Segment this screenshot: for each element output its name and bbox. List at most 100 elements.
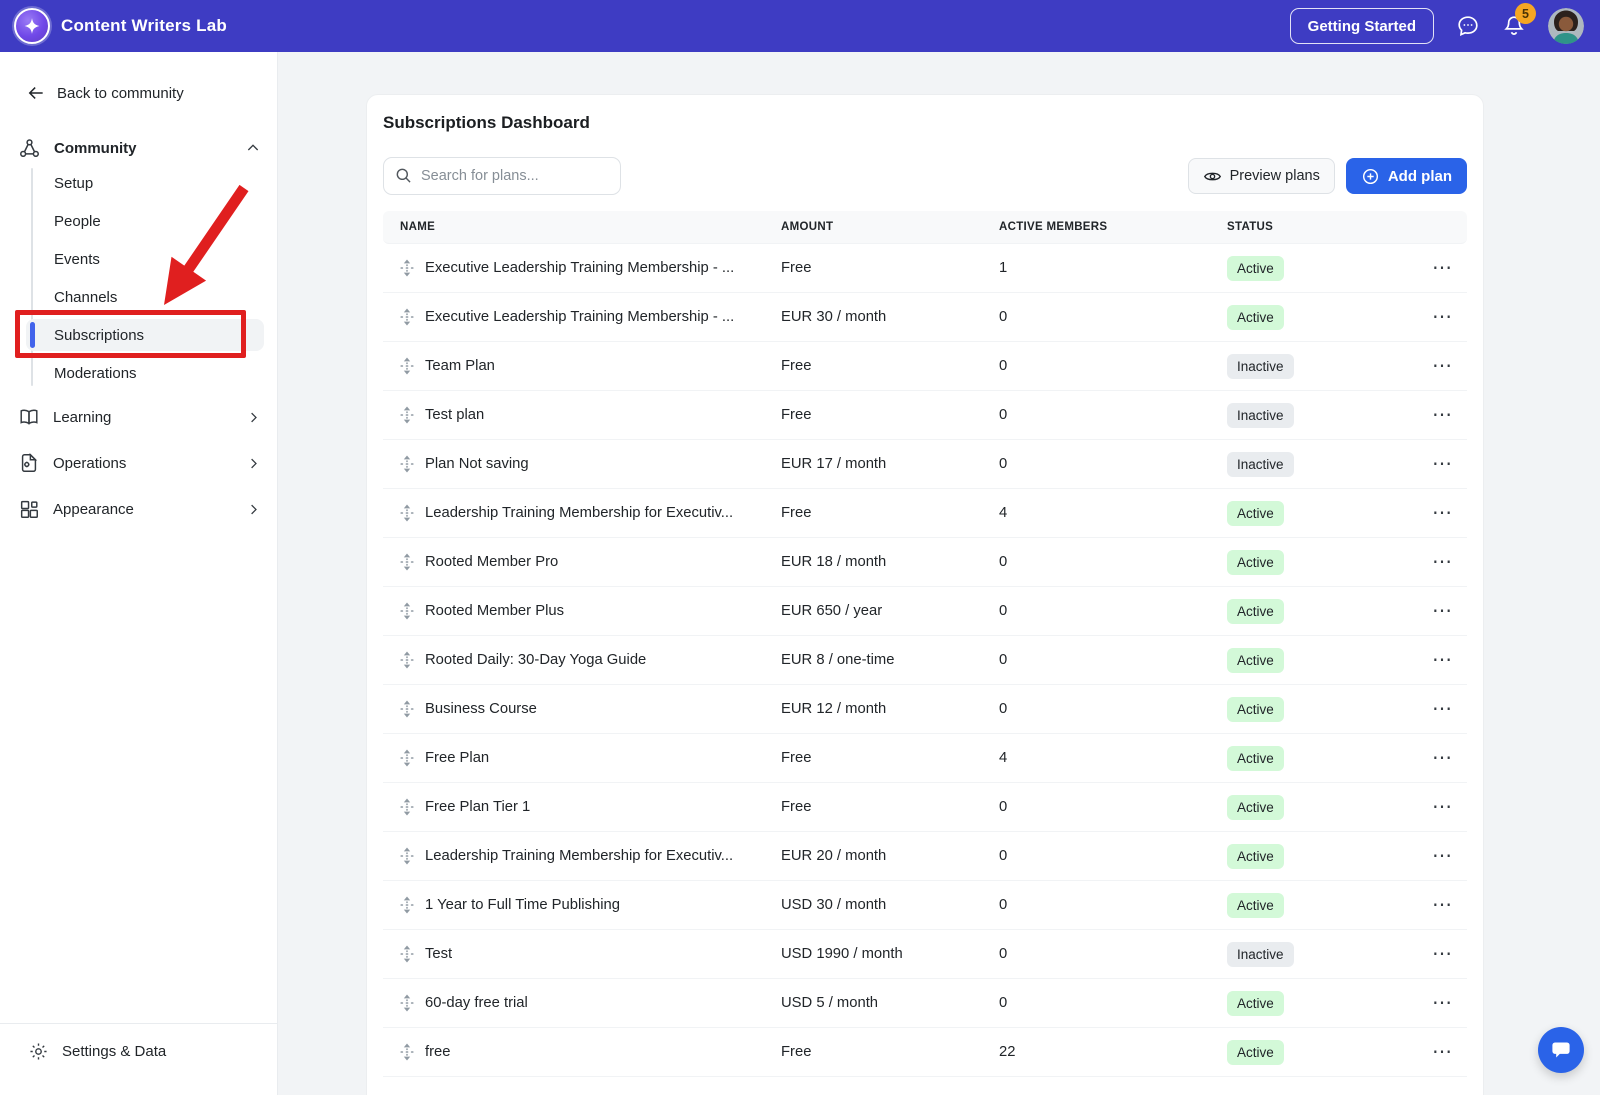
sidebar-item-learning[interactable]: Learning (0, 394, 277, 440)
row-menu-button[interactable]: ⋯ (1432, 307, 1453, 327)
notifications[interactable]: 5 (1502, 14, 1526, 38)
table-row[interactable]: Free PlanFree4Active⋯ (383, 734, 1467, 783)
add-plan-button[interactable]: Add plan (1346, 158, 1467, 194)
drag-handle-icon[interactable] (400, 847, 414, 865)
table-row[interactable]: TestUSD 1990 / month0Inactive⋯ (383, 930, 1467, 979)
drag-handle-icon[interactable] (400, 406, 414, 424)
table-row[interactable]: 60-day free trialUSD 5 / month0Active⋯ (383, 979, 1467, 1028)
row-menu-button[interactable]: ⋯ (1432, 356, 1453, 376)
row-menu-button[interactable]: ⋯ (1432, 944, 1453, 964)
plan-active-members: 0 (999, 456, 1227, 472)
row-menu-button[interactable]: ⋯ (1432, 503, 1453, 523)
messages-icon[interactable] (1456, 14, 1480, 38)
sidebar-item-channels[interactable]: Channels (0, 278, 277, 316)
plan-active-members: 0 (999, 652, 1227, 668)
chat-widget-button[interactable] (1538, 1027, 1584, 1073)
sidebar-item-appearance[interactable]: Appearance (0, 486, 277, 532)
row-menu-button[interactable]: ⋯ (1432, 454, 1453, 474)
plan-amount: USD 1990 / month (781, 946, 999, 962)
row-menu-button[interactable]: ⋯ (1432, 699, 1453, 719)
drag-handle-icon[interactable] (400, 749, 414, 767)
table-row[interactable]: Executive Leadership Training Membership… (383, 244, 1467, 293)
plan-active-members: 0 (999, 407, 1227, 423)
sidebar-item-label: Subscriptions (54, 327, 144, 344)
drag-handle-icon[interactable] (400, 1043, 414, 1061)
status-badge: Active (1227, 599, 1284, 624)
row-menu-button[interactable]: ⋯ (1432, 258, 1453, 278)
toolbar: Preview plans Add plan (383, 157, 1467, 195)
table-row[interactable]: 1 Year to Full Time PublishingUSD 30 / m… (383, 881, 1467, 930)
drag-handle-icon[interactable] (400, 259, 414, 277)
row-menu-button[interactable]: ⋯ (1432, 846, 1453, 866)
table-row[interactable]: Rooted Daily: 30-Day Yoga GuideEUR 8 / o… (383, 636, 1467, 685)
column-header-status: STATUS (1227, 221, 1411, 233)
settings-and-data-link[interactable]: Settings & Data (0, 1023, 277, 1095)
drag-handle-icon[interactable] (400, 553, 414, 571)
status-badge: Active (1227, 697, 1284, 722)
row-menu-button[interactable]: ⋯ (1432, 650, 1453, 670)
notification-badge: 5 (1515, 3, 1536, 24)
table-row[interactable]: Leadership Training Membership for Execu… (383, 489, 1467, 538)
sidebar-item-events[interactable]: Events (0, 240, 277, 278)
table-row[interactable]: Test planFree0Inactive⋯ (383, 391, 1467, 440)
plan-amount: Free (781, 260, 999, 276)
drag-handle-icon[interactable] (400, 357, 414, 375)
sidebar-item-people[interactable]: People (0, 202, 277, 240)
drag-handle-icon[interactable] (400, 455, 414, 473)
brand-title: Content Writers Lab (61, 16, 227, 36)
drag-handle-icon[interactable] (400, 308, 414, 326)
row-menu-button[interactable]: ⋯ (1432, 601, 1453, 621)
row-menu-button[interactable]: ⋯ (1432, 405, 1453, 425)
chevron-up-icon (245, 140, 261, 156)
table-row[interactable]: Executive Leadership Training Membership… (383, 293, 1467, 342)
drag-handle-icon[interactable] (400, 700, 414, 718)
search-input[interactable] (383, 157, 621, 195)
table-row[interactable]: freeFree22Active⋯ (383, 1028, 1467, 1077)
row-menu-button[interactable]: ⋯ (1432, 1042, 1453, 1062)
table-row[interactable]: Free Plan Tier 1Free0Active⋯ (383, 783, 1467, 832)
getting-started-button[interactable]: Getting Started (1290, 8, 1434, 44)
row-menu-button[interactable]: ⋯ (1432, 797, 1453, 817)
avatar[interactable] (1548, 8, 1584, 44)
settings-and-data-label: Settings & Data (62, 1043, 166, 1060)
plan-name: Executive Leadership Training Membership… (425, 260, 734, 276)
table-row[interactable]: Plan Not savingEUR 17 / month0Inactive⋯ (383, 440, 1467, 489)
table-row[interactable]: Team PlanFree0Inactive⋯ (383, 342, 1467, 391)
sidebar-group-community-label: Community (54, 140, 232, 157)
plan-name: Plan Not saving (425, 456, 529, 472)
drag-handle-icon[interactable] (400, 945, 414, 963)
drag-handle-icon[interactable] (400, 798, 414, 816)
row-menu-button[interactable]: ⋯ (1432, 748, 1453, 768)
table-row[interactable]: Rooted Member ProEUR 18 / month0Active⋯ (383, 538, 1467, 587)
drag-handle-icon[interactable] (400, 896, 414, 914)
sidebar-item-operations-label: Operations (53, 455, 233, 472)
plan-active-members: 0 (999, 358, 1227, 374)
blocks-icon (18, 498, 40, 520)
sidebar-item-moderations[interactable]: Moderations (0, 354, 277, 392)
sidebar-item-subscriptions[interactable]: Subscriptions (0, 316, 277, 354)
status-badge: Active (1227, 501, 1284, 526)
plan-amount: EUR 12 / month (781, 701, 999, 717)
preview-plans-button[interactable]: Preview plans (1188, 158, 1335, 194)
plan-active-members: 0 (999, 995, 1227, 1011)
sidebar-group-community[interactable]: Community (18, 134, 261, 162)
row-menu-button[interactable]: ⋯ (1432, 552, 1453, 572)
plan-amount: Free (781, 407, 999, 423)
table-row[interactable]: Rooted Member PlusEUR 650 / year0Active⋯ (383, 587, 1467, 636)
table-row[interactable]: Business CourseEUR 12 / month0Active⋯ (383, 685, 1467, 734)
drag-handle-icon[interactable] (400, 994, 414, 1012)
table-row[interactable]: Leadership Training Membership for Execu… (383, 832, 1467, 881)
drag-handle-icon[interactable] (400, 602, 414, 620)
back-to-community-link[interactable]: Back to community (26, 82, 277, 104)
sidebar-item-setup[interactable]: Setup (0, 164, 277, 202)
sidebar-item-operations[interactable]: Operations (0, 440, 277, 486)
plan-amount: Free (781, 799, 999, 815)
sidebar-sections: Learning Operations Appearance (0, 394, 277, 532)
column-header-amount: AMOUNT (781, 221, 999, 233)
sidebar: Back to community Community SetupPeopleE… (0, 52, 278, 1095)
plus-circle-icon (1361, 167, 1380, 186)
drag-handle-icon[interactable] (400, 651, 414, 669)
drag-handle-icon[interactable] (400, 504, 414, 522)
row-menu-button[interactable]: ⋯ (1432, 993, 1453, 1013)
row-menu-button[interactable]: ⋯ (1432, 895, 1453, 915)
